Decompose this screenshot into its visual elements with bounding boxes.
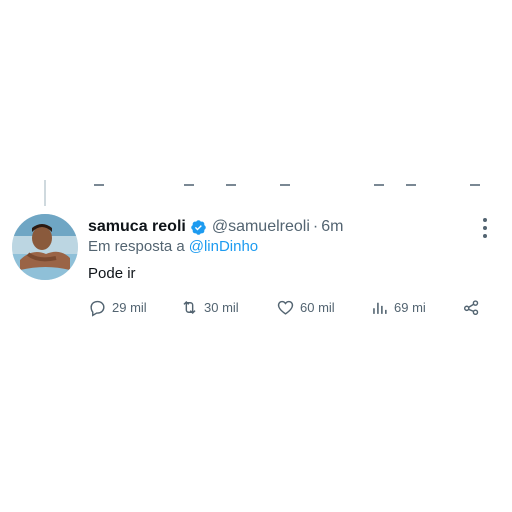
tweet-actions: 29 mil 30 mil 60 mil 69 mi [88, 296, 488, 318]
reply-context: Em resposta a @linDinho [88, 238, 258, 255]
timestamp[interactable]: 6m [321, 218, 343, 236]
more-options-icon[interactable] [480, 218, 490, 238]
like-button[interactable]: 60 mil [276, 296, 335, 318]
tweet-header: samuca reoli @samuelreoli · 6m [88, 216, 343, 238]
view-count: 69 mi [394, 299, 426, 315]
reply-mention-link[interactable]: @linDinho [189, 238, 258, 255]
reply-button[interactable]: 29 mil [88, 296, 147, 318]
views-button[interactable]: 69 mi [370, 296, 426, 318]
retweet-button[interactable]: 30 mil [180, 296, 239, 318]
share-button[interactable] [462, 296, 481, 318]
retweet-count: 30 mil [204, 299, 239, 315]
user-handle[interactable]: @samuelreoli [212, 218, 310, 236]
display-name[interactable]: samuca reoli [88, 218, 186, 236]
thread-connector-line [44, 180, 46, 206]
separator-dot: · [312, 218, 319, 235]
verified-badge-icon [190, 219, 207, 236]
reply-prefix: Em resposta a [88, 238, 185, 255]
heart-icon [277, 300, 294, 315]
views-chart-icon [373, 302, 387, 314]
tweet[interactable]: samuca reoli @samuelreoli · 6m Em respos… [0, 210, 512, 330]
previous-tweet-actions-cropped [80, 180, 490, 190]
reply-count: 29 mil [112, 299, 147, 315]
avatar[interactable] [12, 214, 78, 280]
reply-icon [90, 300, 105, 317]
retweet-icon [183, 300, 196, 314]
share-icon [463, 299, 479, 315]
like-count: 60 mil [300, 299, 335, 315]
tweet-text: Pode ir [88, 265, 136, 282]
